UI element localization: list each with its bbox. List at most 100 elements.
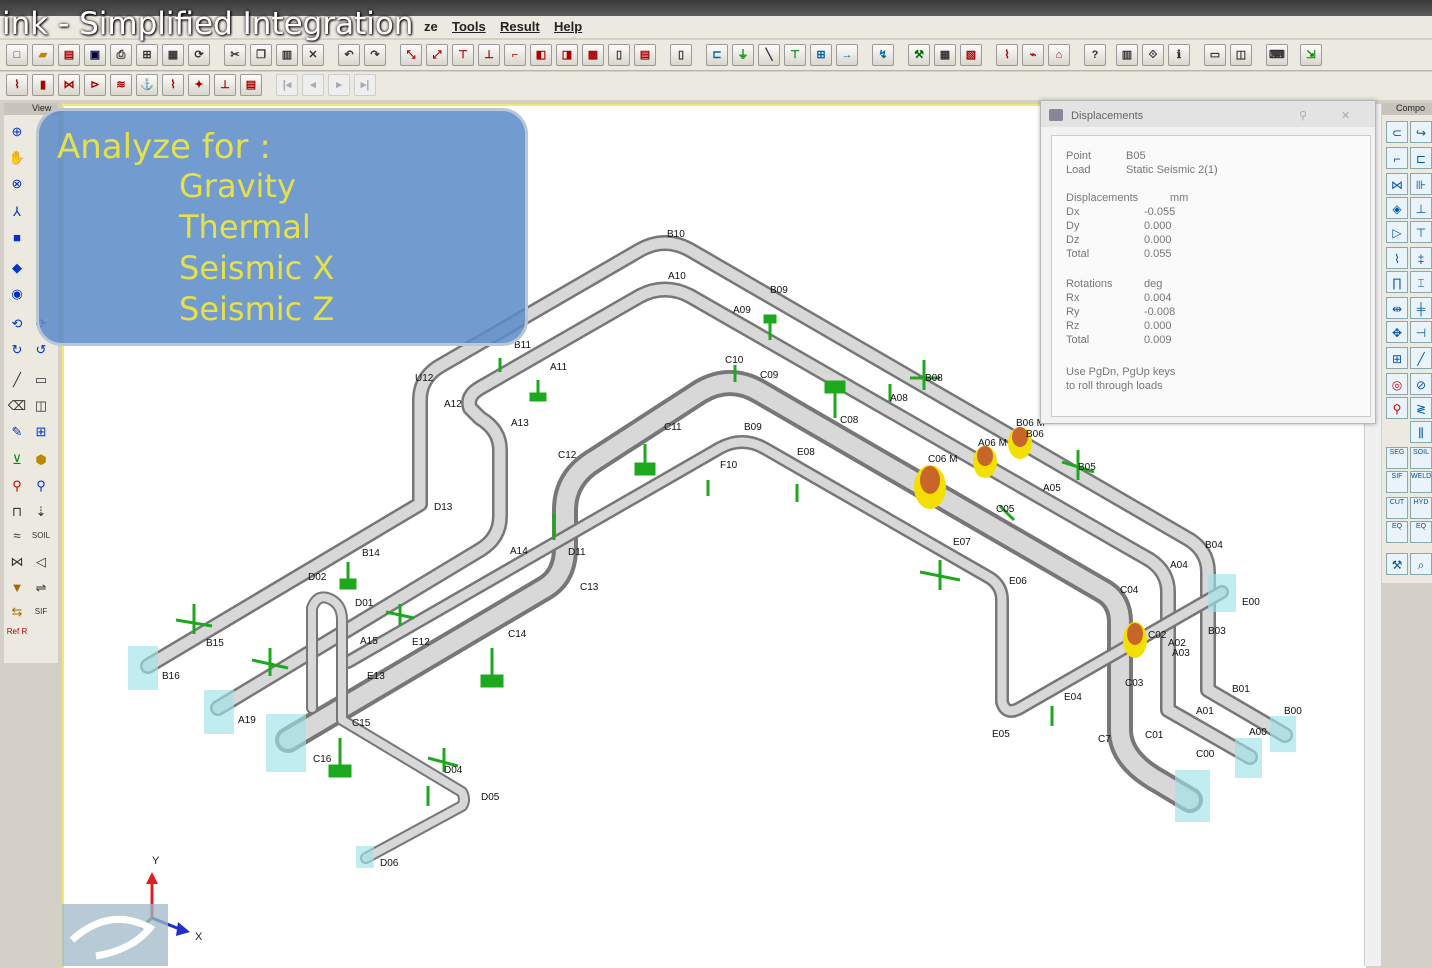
pin-dialog-icon[interactable]: ⚲	[1299, 101, 1307, 131]
disp-value: 0.000	[1144, 220, 1172, 232]
node-a09: A09	[733, 305, 751, 316]
disp-value: -0.055	[1144, 206, 1176, 218]
valve-c06	[914, 465, 946, 509]
node-u12: U12	[415, 373, 434, 384]
anchor-a00	[1235, 738, 1262, 778]
hint-line-1: Use PgDn, PgUp keys	[1066, 366, 1176, 378]
node-b00: B00	[1284, 706, 1302, 717]
displacements-header: Displacements	[1066, 192, 1139, 204]
node-a04: A04	[1170, 560, 1188, 571]
node-e12: E12	[412, 637, 430, 648]
node-a13: A13	[511, 418, 529, 429]
node-c08: C08	[840, 415, 859, 426]
load-value: Static Seismic 2(1)	[1126, 164, 1218, 176]
disp-value: 0.000	[1144, 234, 1172, 246]
rot-label: Ry	[1066, 306, 1080, 318]
callout-title: Analyze for :	[57, 127, 271, 167]
node-f10: F10	[720, 460, 738, 471]
disp-label: Dx	[1066, 206, 1080, 218]
rot-row: Rz 0.000	[1066, 320, 1172, 332]
node-e13: E13	[367, 671, 385, 682]
node-c7: C7	[1098, 734, 1111, 745]
anchor-d06	[356, 846, 374, 868]
node-b09b: B09	[744, 422, 762, 433]
rot-label: Total	[1066, 334, 1090, 346]
point-label: Point	[1066, 150, 1092, 162]
node-c09: C09	[760, 370, 779, 381]
node-c06m: C06 M	[928, 454, 957, 465]
node-b04: B04	[1205, 540, 1223, 551]
disp-row: Dx -0.055	[1066, 206, 1175, 218]
rot-value: 0.004	[1144, 292, 1172, 304]
dialog-icon	[1049, 109, 1063, 121]
rot-row: Ry -0.008	[1066, 306, 1175, 318]
node-a11: A11	[550, 362, 567, 373]
rotations-header-row: Rotations deg	[1066, 278, 1162, 290]
rot-value: -0.008	[1144, 306, 1176, 318]
node-e07: E07	[953, 537, 971, 548]
rot-value: 0.009	[1144, 334, 1172, 346]
rotations-unit: deg	[1144, 278, 1163, 290]
node-b15: B15	[206, 638, 224, 649]
node-a12: A12	[444, 399, 462, 410]
node-b11: B11	[514, 340, 531, 351]
node-b03: B03	[1208, 626, 1226, 637]
displacements-unit: mm	[1170, 192, 1189, 204]
node-b14: B14	[362, 548, 380, 559]
load-row: Load Static Seismic 2(1)	[1066, 164, 1218, 176]
close-dialog-icon[interactable]: ✕	[1341, 101, 1350, 131]
node-b06: B06	[1026, 429, 1044, 440]
node-d05: D05	[481, 792, 500, 803]
disp-value: 0.055	[1144, 248, 1172, 260]
node-e06: E06	[1009, 576, 1027, 587]
node-c05: C05	[996, 504, 1015, 515]
node-b05: B05	[1078, 462, 1096, 473]
analysis-callout: Analyze for : Gravity Thermal Seismic X …	[36, 108, 528, 346]
node-a06m: A06 M	[978, 438, 1007, 449]
node-e05: E05	[992, 729, 1010, 740]
node-a01: A01	[1196, 706, 1214, 717]
point-row: Point B05	[1066, 150, 1146, 162]
node-d01: D01	[355, 598, 374, 609]
anchor-c00	[1175, 770, 1210, 822]
node-c02: C02	[1148, 630, 1167, 641]
point-value: B05	[1126, 150, 1146, 162]
node-a03: A03	[1172, 648, 1190, 659]
node-c03: C03	[1125, 678, 1144, 689]
disp-label: Dz	[1066, 234, 1080, 246]
valve-a06	[973, 446, 997, 478]
node-c10: C10	[725, 355, 744, 366]
rot-label: Rz	[1066, 320, 1080, 332]
displacements-header-row: Displacements mm	[1066, 192, 1188, 204]
callout-item-gravity: Gravity	[179, 167, 296, 205]
displacements-titlebar[interactable]: Displacements ⚲ ✕	[1041, 101, 1375, 127]
disp-row: Total 0.055	[1066, 248, 1172, 260]
axis-x-label: X	[195, 931, 203, 943]
node-a19: A19	[238, 715, 256, 726]
node-c11: C11	[664, 422, 682, 433]
node-e08: E08	[797, 447, 815, 458]
node-b01: B01	[1232, 684, 1250, 695]
node-c00: C00	[1196, 749, 1215, 760]
disp-label: Dy	[1066, 220, 1080, 232]
load-label: Load	[1066, 164, 1091, 176]
video-title: ink - Simplified Integration	[2, 6, 414, 42]
displacements-dialog: Displacements ⚲ ✕ Point B05 Load Static Se…	[1040, 100, 1376, 424]
anchor-a19	[204, 690, 234, 734]
disp-row: Dy 0.000	[1066, 220, 1172, 232]
anchor-e00	[1208, 574, 1236, 612]
node-d13: D13	[434, 502, 453, 513]
node-a15: A15	[360, 636, 378, 647]
node-c04: C04	[1120, 585, 1139, 596]
node-e00: E00	[1242, 597, 1260, 608]
company-logo-icon	[62, 904, 168, 966]
node-d06: D06	[380, 858, 399, 869]
node-e04: E04	[1064, 692, 1082, 703]
valve-c02	[1123, 622, 1147, 658]
displacements-title: Displacements	[1071, 110, 1144, 122]
rot-row: Total 0.009	[1066, 334, 1172, 346]
node-c13: C13	[580, 582, 599, 593]
node-c12: C12	[558, 450, 577, 461]
node-c01: C01	[1145, 730, 1164, 741]
node-b10: B10	[667, 229, 685, 240]
